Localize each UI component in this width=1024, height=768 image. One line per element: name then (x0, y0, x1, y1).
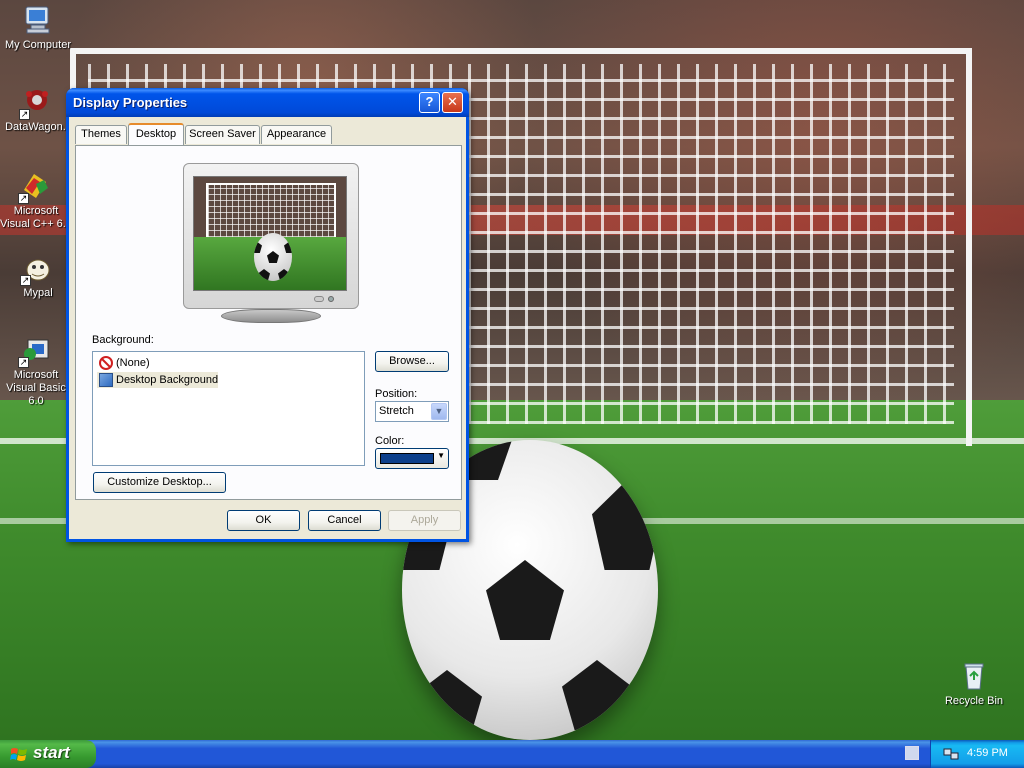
shortcut-arrow-icon: ↗ (19, 109, 30, 120)
desktop-icon-mypal[interactable]: ↗ Mypal (1, 252, 75, 300)
help-button[interactable]: ? (419, 92, 440, 113)
monitor-button-icon (314, 296, 324, 302)
desktop-icon-label: My Computer (4, 39, 72, 51)
desktop-icon-label: Recycle Bin (944, 695, 1004, 707)
start-button[interactable]: start (0, 740, 96, 768)
taskbar: start 4:59 PM (0, 740, 1024, 768)
tab-appearance[interactable]: Appearance (261, 125, 332, 144)
monitor-stand (221, 309, 321, 323)
close-button[interactable]: ✕ (442, 92, 463, 113)
cancel-button[interactable]: Cancel (308, 510, 381, 531)
apply-button[interactable]: Apply (388, 510, 461, 531)
desktop-icon-label: DataWagon.. (5, 121, 69, 133)
monitor-preview (183, 163, 359, 309)
shortcut-arrow-icon: ↗ (20, 275, 31, 286)
ok-button[interactable]: OK (227, 510, 300, 531)
desktop-icon-recycle-bin[interactable]: Recycle Bin (937, 660, 1011, 708)
tab-themes[interactable]: Themes (75, 125, 127, 144)
customize-desktop-button[interactable]: Customize Desktop... (93, 472, 226, 493)
keyboard-layout-icon[interactable] (905, 746, 919, 760)
browse-button[interactable]: Browse... (375, 351, 449, 372)
background-label: Background: (92, 334, 154, 346)
wallpaper-preview (193, 176, 347, 291)
start-label: start (33, 743, 70, 762)
desktop-icon-datawagon[interactable]: ↗ DataWagon.. (0, 86, 74, 134)
tab-screen-saver[interactable]: Screen Saver (185, 125, 260, 144)
no-symbol-icon (99, 356, 113, 370)
system-tray: 4:59 PM (930, 740, 1024, 768)
visual-cpp-icon: ↗ (18, 170, 52, 204)
color-label: Color: (375, 435, 405, 447)
list-item-label: (None) (116, 357, 150, 369)
color-swatch (380, 453, 434, 464)
recycle-bin-icon (958, 660, 990, 692)
windows-logo-icon (10, 748, 27, 761)
display-properties-dialog: Display Properties ? ✕ Themes Desktop Sc… (66, 88, 469, 542)
desktop-icon-my-computer[interactable]: My Computer (1, 4, 75, 52)
list-item-label: Desktop Background (116, 374, 219, 386)
dropdown-arrow-icon: ▼ (437, 451, 445, 460)
list-item-desktop-background[interactable]: Desktop Background (97, 372, 219, 388)
desktop-icon-label: Microsoft Visual Basic 6.0 (6, 369, 66, 407)
position-select[interactable]: Stretch ▼ (375, 401, 449, 422)
tab-desktop[interactable]: Desktop (128, 123, 184, 145)
position-value: Stretch (379, 405, 414, 417)
desktop-tab-panel: Background: (None) Desktop Background Br… (75, 145, 462, 500)
desktop-icon-visual-basic[interactable]: ↗ Microsoft Visual Basic 6.0 (0, 334, 72, 408)
visual-basic-icon: ↗ (18, 334, 52, 368)
desktop-background-icon (99, 373, 113, 387)
my-computer-icon (22, 4, 54, 36)
background-listbox[interactable]: (None) Desktop Background (92, 351, 365, 466)
help-icon: ? (425, 94, 434, 109)
desktop-icon-visual-cpp[interactable]: ↗ Microsoft Visual C++ 6.0 (0, 170, 72, 231)
dialog-title: Display Properties (73, 95, 188, 110)
dialog-titlebar[interactable]: Display Properties ? ✕ (66, 88, 469, 117)
desktop-icon-label: Mypal (23, 287, 53, 299)
datawagon-icon: ↗ (19, 86, 53, 120)
chevron-down-icon[interactable]: ▼ (431, 403, 447, 420)
monitor-power-icon (328, 296, 334, 302)
list-item-none[interactable]: (None) (97, 355, 150, 371)
position-label: Position: (375, 388, 418, 400)
desktop-icon-label: Microsoft Visual C++ 6.0 (0, 205, 72, 230)
network-icon[interactable] (943, 746, 959, 762)
color-picker-button[interactable]: ▼ (375, 448, 449, 469)
clock[interactable]: 4:59 PM (967, 747, 1008, 759)
close-icon: ✕ (447, 94, 458, 109)
mypal-icon: ↗ (20, 252, 54, 286)
shortcut-arrow-icon: ↗ (18, 193, 29, 204)
shortcut-arrow-icon: ↗ (18, 357, 29, 368)
